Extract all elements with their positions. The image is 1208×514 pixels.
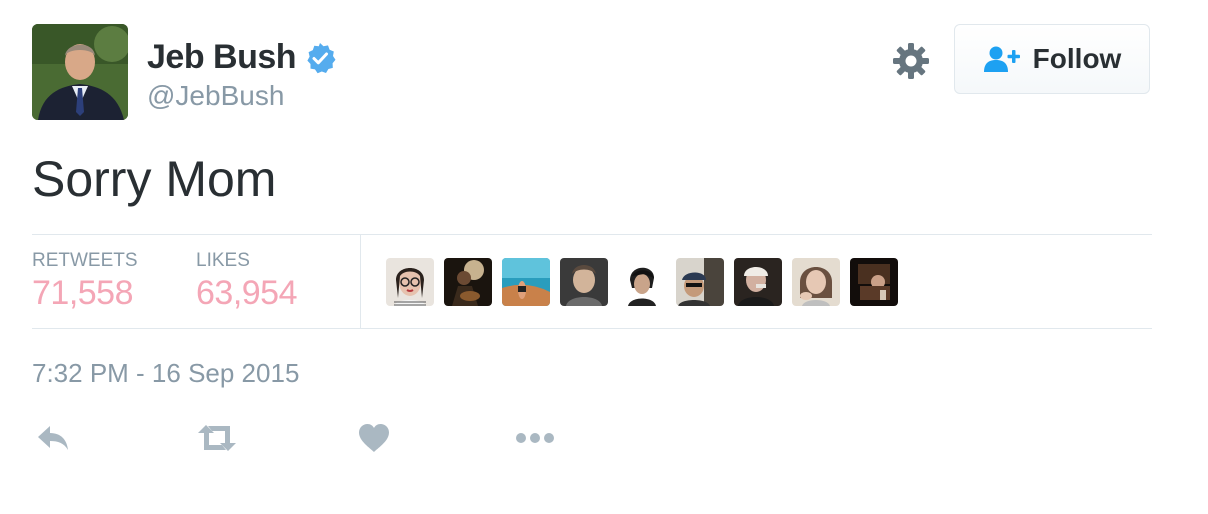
liker-avatar[interactable] <box>792 258 840 306</box>
liker-avatar[interactable] <box>444 258 492 306</box>
likes-count: 63,954 <box>196 274 298 312</box>
divider <box>32 328 1152 329</box>
likes-stat[interactable]: LIKES 63,954 <box>196 250 298 313</box>
liker-avatar[interactable] <box>850 258 898 306</box>
liker-avatar[interactable] <box>618 258 666 306</box>
follow-label: Follow <box>1032 43 1122 74</box>
divider <box>360 235 361 328</box>
person-add-icon <box>983 46 1020 72</box>
liker-avatar[interactable] <box>560 258 608 306</box>
follow-button[interactable]: Follow <box>954 24 1150 94</box>
retweet-icon[interactable] <box>196 418 238 458</box>
avatar[interactable] <box>32 24 128 120</box>
likes-label: LIKES <box>196 250 250 271</box>
reply-icon[interactable] <box>36 418 70 458</box>
liker-avatar[interactable] <box>734 258 782 306</box>
verified-badge-icon <box>307 42 336 73</box>
tweet-timestamp[interactable]: 7:32 PM - 16 Sep 2015 <box>32 358 299 389</box>
divider <box>32 234 1152 235</box>
liker-avatar[interactable] <box>386 258 434 306</box>
tweet-text: Sorry Mom <box>32 151 277 207</box>
retweets-stat[interactable]: RETWEETS 71,558 <box>32 250 138 313</box>
retweets-label: RETWEETS <box>32 250 138 271</box>
user-name[interactable]: Jeb Bush <box>147 38 297 77</box>
heart-icon[interactable] <box>358 418 390 458</box>
user-handle[interactable]: @JebBush <box>147 80 284 112</box>
user-name-row[interactable]: Jeb Bush <box>147 38 336 77</box>
retweets-count: 71,558 <box>32 274 133 312</box>
more-icon[interactable] <box>516 418 554 458</box>
liker-avatar[interactable] <box>676 258 724 306</box>
liker-avatar[interactable] <box>502 258 550 306</box>
gear-icon[interactable] <box>892 42 930 80</box>
